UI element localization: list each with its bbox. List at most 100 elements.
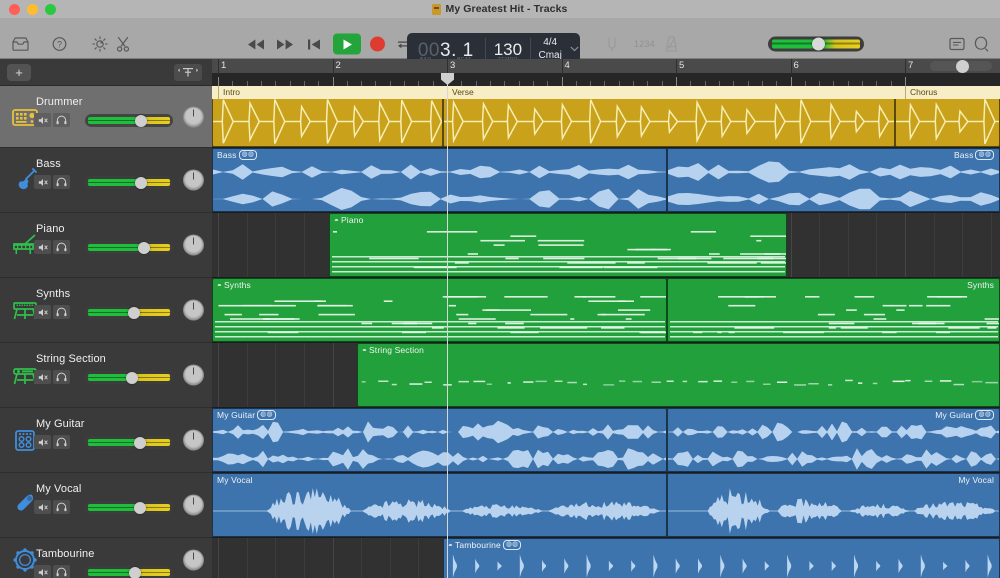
region[interactable]: My Guitar ◍◍ [212, 408, 667, 472]
region-name: Synths [223, 280, 251, 290]
notes-list-icon[interactable] [949, 37, 965, 51]
track-header-string-section[interactable]: String Section [0, 343, 212, 408]
track-volume-knob[interactable] [138, 241, 151, 254]
region[interactable]: ◓ String Section [357, 343, 1000, 407]
smart-controls-icon[interactable] [92, 36, 108, 52]
record-button[interactable] [370, 36, 385, 52]
region[interactable]: Bass ◍◍ [667, 148, 1000, 212]
solo-headphone-button[interactable] [53, 565, 70, 578]
region[interactable]: ◓ Tambourine ◍◍ [443, 538, 1000, 578]
region-label: Synths [967, 280, 994, 290]
track-volume-knob[interactable] [135, 176, 148, 189]
track-volume-knob[interactable] [133, 436, 146, 449]
track-pan-knob[interactable] [184, 430, 203, 450]
region[interactable]: ◓ Piano [329, 213, 787, 277]
ruler-tick [561, 77, 563, 86]
track-header-bass[interactable]: Bass [0, 148, 212, 213]
arrangement-marker[interactable]: Chorus [905, 86, 1000, 99]
go-to-beginning-button[interactable] [304, 34, 324, 54]
track-header-my-guitar[interactable]: My Guitar [0, 408, 212, 473]
solo-headphone-button[interactable] [53, 113, 70, 127]
fast-forward-button[interactable] [275, 34, 295, 54]
timeline-ruler[interactable]: 1 2 3 4 5 6 7 [212, 59, 1000, 86]
region[interactable]: My Vocal [667, 473, 1000, 537]
track-pan-knob[interactable] [184, 300, 203, 320]
loop-browser-icon[interactable] [973, 36, 989, 52]
track-header-synths[interactable]: Synths [0, 278, 212, 343]
region[interactable]: Bass ◍◍ [212, 148, 667, 212]
track-lane-piano[interactable]: ◓ Piano [212, 213, 1000, 278]
track-lane-bass[interactable]: Bass ◍◍ Bass ◍◍ [212, 148, 1000, 213]
zoom-slider[interactable] [930, 59, 992, 73]
solo-headphone-button[interactable] [53, 240, 70, 254]
ruler-bar-number: 4 [564, 60, 570, 71]
track-header-tambourine[interactable]: Tambourine [0, 538, 212, 578]
track-pan-knob[interactable] [184, 235, 203, 255]
track-volume-knob[interactable] [127, 306, 140, 319]
track-lane-synths[interactable]: ◓ Synths Synths [212, 278, 1000, 343]
track-volume-knob[interactable] [126, 371, 139, 384]
master-volume-knob[interactable] [812, 37, 825, 51]
main-toolbar: ? 003. 1 130 4/4 Cmaj 1234 [0, 18, 1000, 65]
mute-button[interactable] [34, 240, 51, 254]
track-pan-knob[interactable] [184, 550, 203, 570]
track-headers-panel: Drummer Bass Piano Synths String Section… [0, 86, 212, 578]
track-pan-knob[interactable] [184, 107, 203, 126]
mute-button[interactable] [34, 435, 51, 449]
add-track-button[interactable]: + [7, 64, 31, 81]
track-volume-slider[interactable] [85, 566, 173, 578]
solo-headphone-button[interactable] [53, 435, 70, 449]
track-filter-button[interactable] [174, 64, 202, 81]
region-label: ◓ Piano [334, 215, 363, 225]
rewind-button[interactable] [246, 34, 266, 54]
track-volume-knob[interactable] [135, 114, 148, 127]
tuner-icon[interactable] [605, 36, 619, 53]
track-header-drummer[interactable]: Drummer [0, 86, 212, 148]
region[interactable]: My Guitar ◍◍ [667, 408, 1000, 472]
arrangement-markers[interactable]: Intro Verse Chorus [212, 86, 1000, 99]
track-volume-slider[interactable] [85, 436, 173, 449]
arrange-area[interactable]: IntroVerseChorus Bass◍◍ Bass◍◍ ◓Piano ◓Syn… [212, 86, 1000, 578]
solo-headphone-button[interactable] [53, 500, 70, 514]
solo-headphone-button[interactable] [53, 305, 70, 319]
track-lane-my-guitar[interactable]: My Guitar ◍◍ My Guitar ◍◍ [212, 408, 1000, 473]
track-header-piano[interactable]: Piano [0, 213, 212, 278]
region[interactable]: Synths [667, 278, 1000, 342]
track-lane-tambourine[interactable]: ◓ Tambourine ◍◍ [212, 538, 1000, 578]
metronome-icon[interactable] [664, 36, 679, 53]
track-volume-slider[interactable] [85, 501, 173, 514]
track-pan-knob[interactable] [184, 170, 203, 190]
track-volume-slider[interactable] [85, 114, 173, 127]
mute-button[interactable] [34, 175, 51, 189]
library-icon[interactable] [12, 37, 29, 51]
track-volume-slider[interactable] [85, 241, 173, 254]
mute-button[interactable] [34, 500, 51, 514]
mute-button[interactable] [34, 565, 51, 578]
track-pan-knob[interactable] [184, 365, 203, 385]
track-volume-knob[interactable] [129, 566, 142, 578]
help-icon[interactable]: ? [52, 37, 67, 52]
track-volume-slider[interactable] [85, 176, 173, 189]
region[interactable]: ◓ Synths [212, 278, 667, 342]
track-lane-string-section[interactable]: ◓ String Section [212, 343, 1000, 408]
track-header-my-vocal[interactable]: My Vocal [0, 473, 212, 538]
master-volume-slider[interactable] [768, 36, 864, 52]
track-volume-slider[interactable] [85, 306, 173, 319]
play-button[interactable] [333, 33, 361, 55]
region[interactable]: My Vocal [212, 473, 667, 537]
zoom-slider-knob[interactable] [956, 59, 969, 73]
count-in-icon[interactable]: 1234 [634, 39, 655, 49]
mute-button[interactable] [34, 370, 51, 384]
solo-headphone-button[interactable] [53, 175, 70, 189]
track-volume-knob[interactable] [133, 501, 146, 514]
mute-button[interactable] [34, 113, 51, 127]
mute-button[interactable] [34, 305, 51, 319]
arrangement-marker[interactable]: Verse [447, 86, 905, 99]
track-volume-slider[interactable] [85, 371, 173, 384]
region-label: My Vocal [958, 475, 994, 485]
arrangement-marker[interactable]: Intro [218, 86, 447, 99]
track-pan-knob[interactable] [184, 495, 203, 515]
track-lane-my-vocal[interactable]: My Vocal My Vocal [212, 473, 1000, 538]
solo-headphone-button[interactable] [53, 370, 70, 384]
editor-scissors-icon[interactable] [116, 36, 130, 52]
